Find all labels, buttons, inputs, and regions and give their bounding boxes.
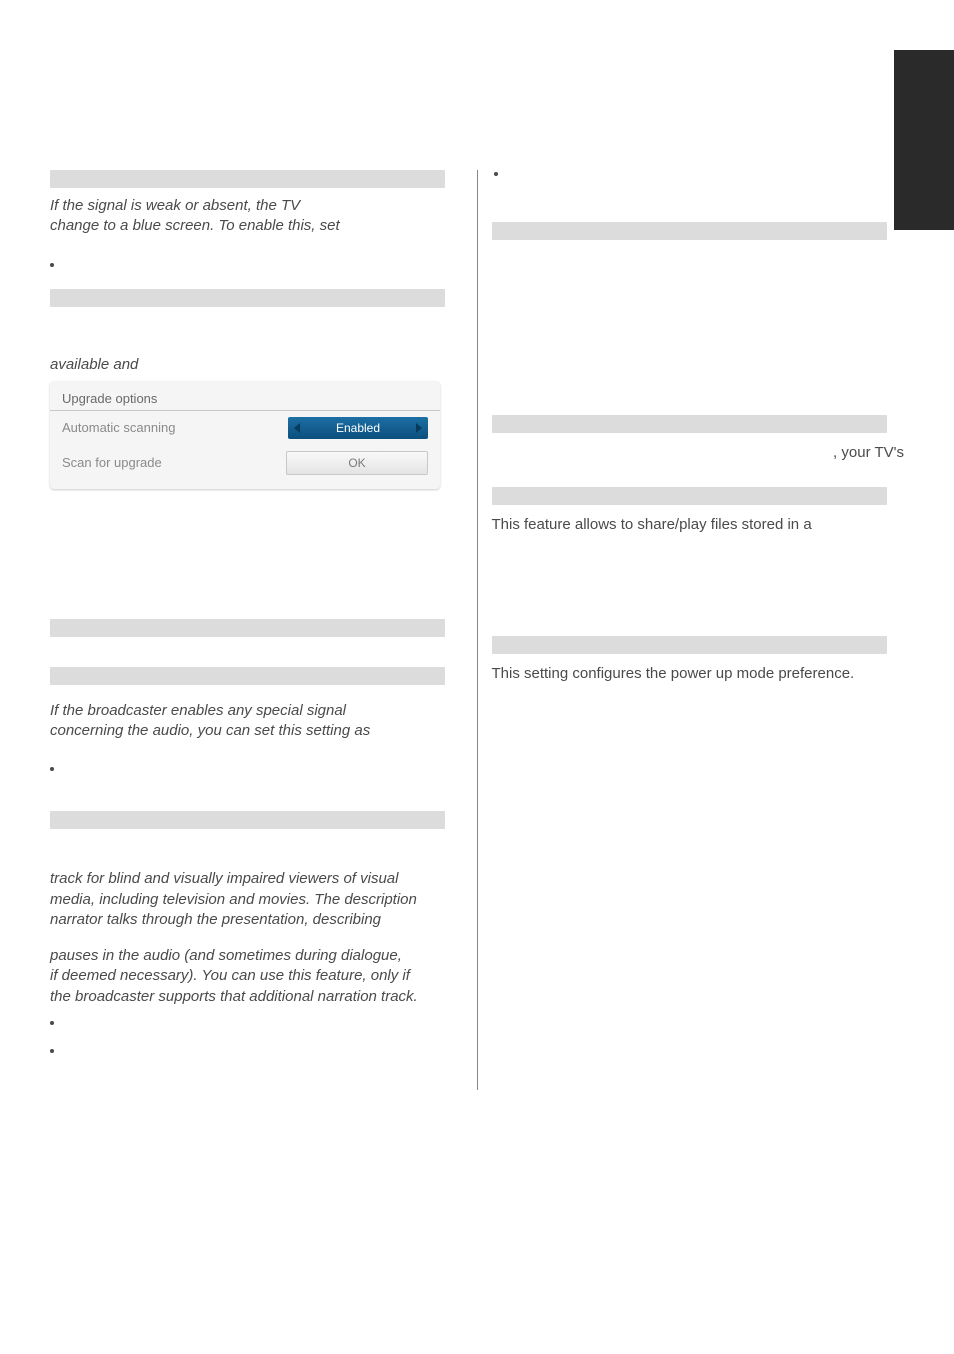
chevron-right-icon[interactable]: [416, 423, 422, 433]
bullet-item: [50, 1013, 463, 1025]
bullet-dot-icon: [50, 263, 54, 267]
text: If the signal is weak or absent, the TV: [50, 197, 300, 214]
paragraph: pauses in the audio (and sometimes durin…: [50, 946, 463, 1007]
heading-bar: [492, 487, 887, 505]
heading-bar: [492, 222, 887, 240]
paragraph: If the signal is weak or absent, the TV …: [50, 196, 463, 237]
column-divider: [477, 170, 478, 1090]
heading-bar: [492, 636, 887, 654]
widget-row: Scan for upgrade OK: [50, 445, 440, 481]
bullet-item: [50, 255, 463, 267]
widget-title: Upgrade options: [50, 385, 440, 410]
paragraph: available and: [50, 355, 463, 375]
text: narrator talks through the presentation,…: [50, 911, 381, 928]
bullet-dot-icon: [50, 1049, 54, 1053]
upgrade-options-widget: Upgrade options Automatic scanning Enabl…: [50, 381, 440, 489]
text: track for blind and visually impaired vi…: [50, 870, 398, 887]
left-column: If the signal is weak or absent, the TV …: [50, 170, 463, 1314]
selector-value: Enabled: [336, 421, 380, 435]
text: available and: [50, 356, 138, 373]
bullet-dot-icon: [494, 172, 498, 176]
heading-bar: [50, 811, 445, 829]
paragraph: This setting configures the power up mod…: [492, 664, 905, 684]
text: This feature allows to share/play files …: [492, 516, 812, 533]
text: change to a blue screen. To enable this,…: [50, 217, 340, 234]
text: pauses in the audio (and sometimes durin…: [50, 947, 402, 964]
heading-bar: [50, 289, 445, 307]
text: , your TV's: [833, 444, 904, 461]
bullet-item: [50, 759, 463, 771]
row-label: Automatic scanning: [62, 420, 175, 435]
text: This setting configures the power up mod…: [492, 665, 855, 682]
paragraph: This feature allows to share/play files …: [492, 515, 905, 535]
right-column: , your TV's This feature allows to share…: [492, 170, 905, 1314]
text: If the broadcaster enables any special s…: [50, 702, 346, 719]
paragraph: , your TV's: [492, 443, 905, 463]
heading-bar: [50, 667, 445, 685]
text: concerning the audio, you can set this s…: [50, 722, 370, 739]
chevron-left-icon[interactable]: [294, 423, 300, 433]
bullet-item: [50, 1041, 463, 1053]
bullet-dot-icon: [50, 1021, 54, 1025]
text: media, including television and movies. …: [50, 891, 417, 908]
heading-bar: [50, 619, 445, 637]
paragraph: track for blind and visually impaired vi…: [50, 869, 463, 930]
row-label: Scan for upgrade: [62, 455, 162, 470]
widget-row: Automatic scanning Enabled: [50, 411, 440, 445]
text: the broadcaster supports that additional…: [50, 988, 418, 1005]
enabled-selector[interactable]: Enabled: [288, 417, 428, 439]
heading-bar: [492, 415, 887, 433]
ok-button[interactable]: OK: [286, 451, 428, 475]
heading-bar: [50, 170, 445, 188]
content-columns: If the signal is weak or absent, the TV …: [50, 170, 904, 1314]
bullet-dot-icon: [50, 767, 54, 771]
text: if deemed necessary). You can use this f…: [50, 967, 410, 984]
button-label: OK: [348, 456, 365, 470]
paragraph: If the broadcaster enables any special s…: [50, 701, 463, 742]
manual-page: If the signal is weak or absent, the TV …: [0, 0, 954, 1354]
